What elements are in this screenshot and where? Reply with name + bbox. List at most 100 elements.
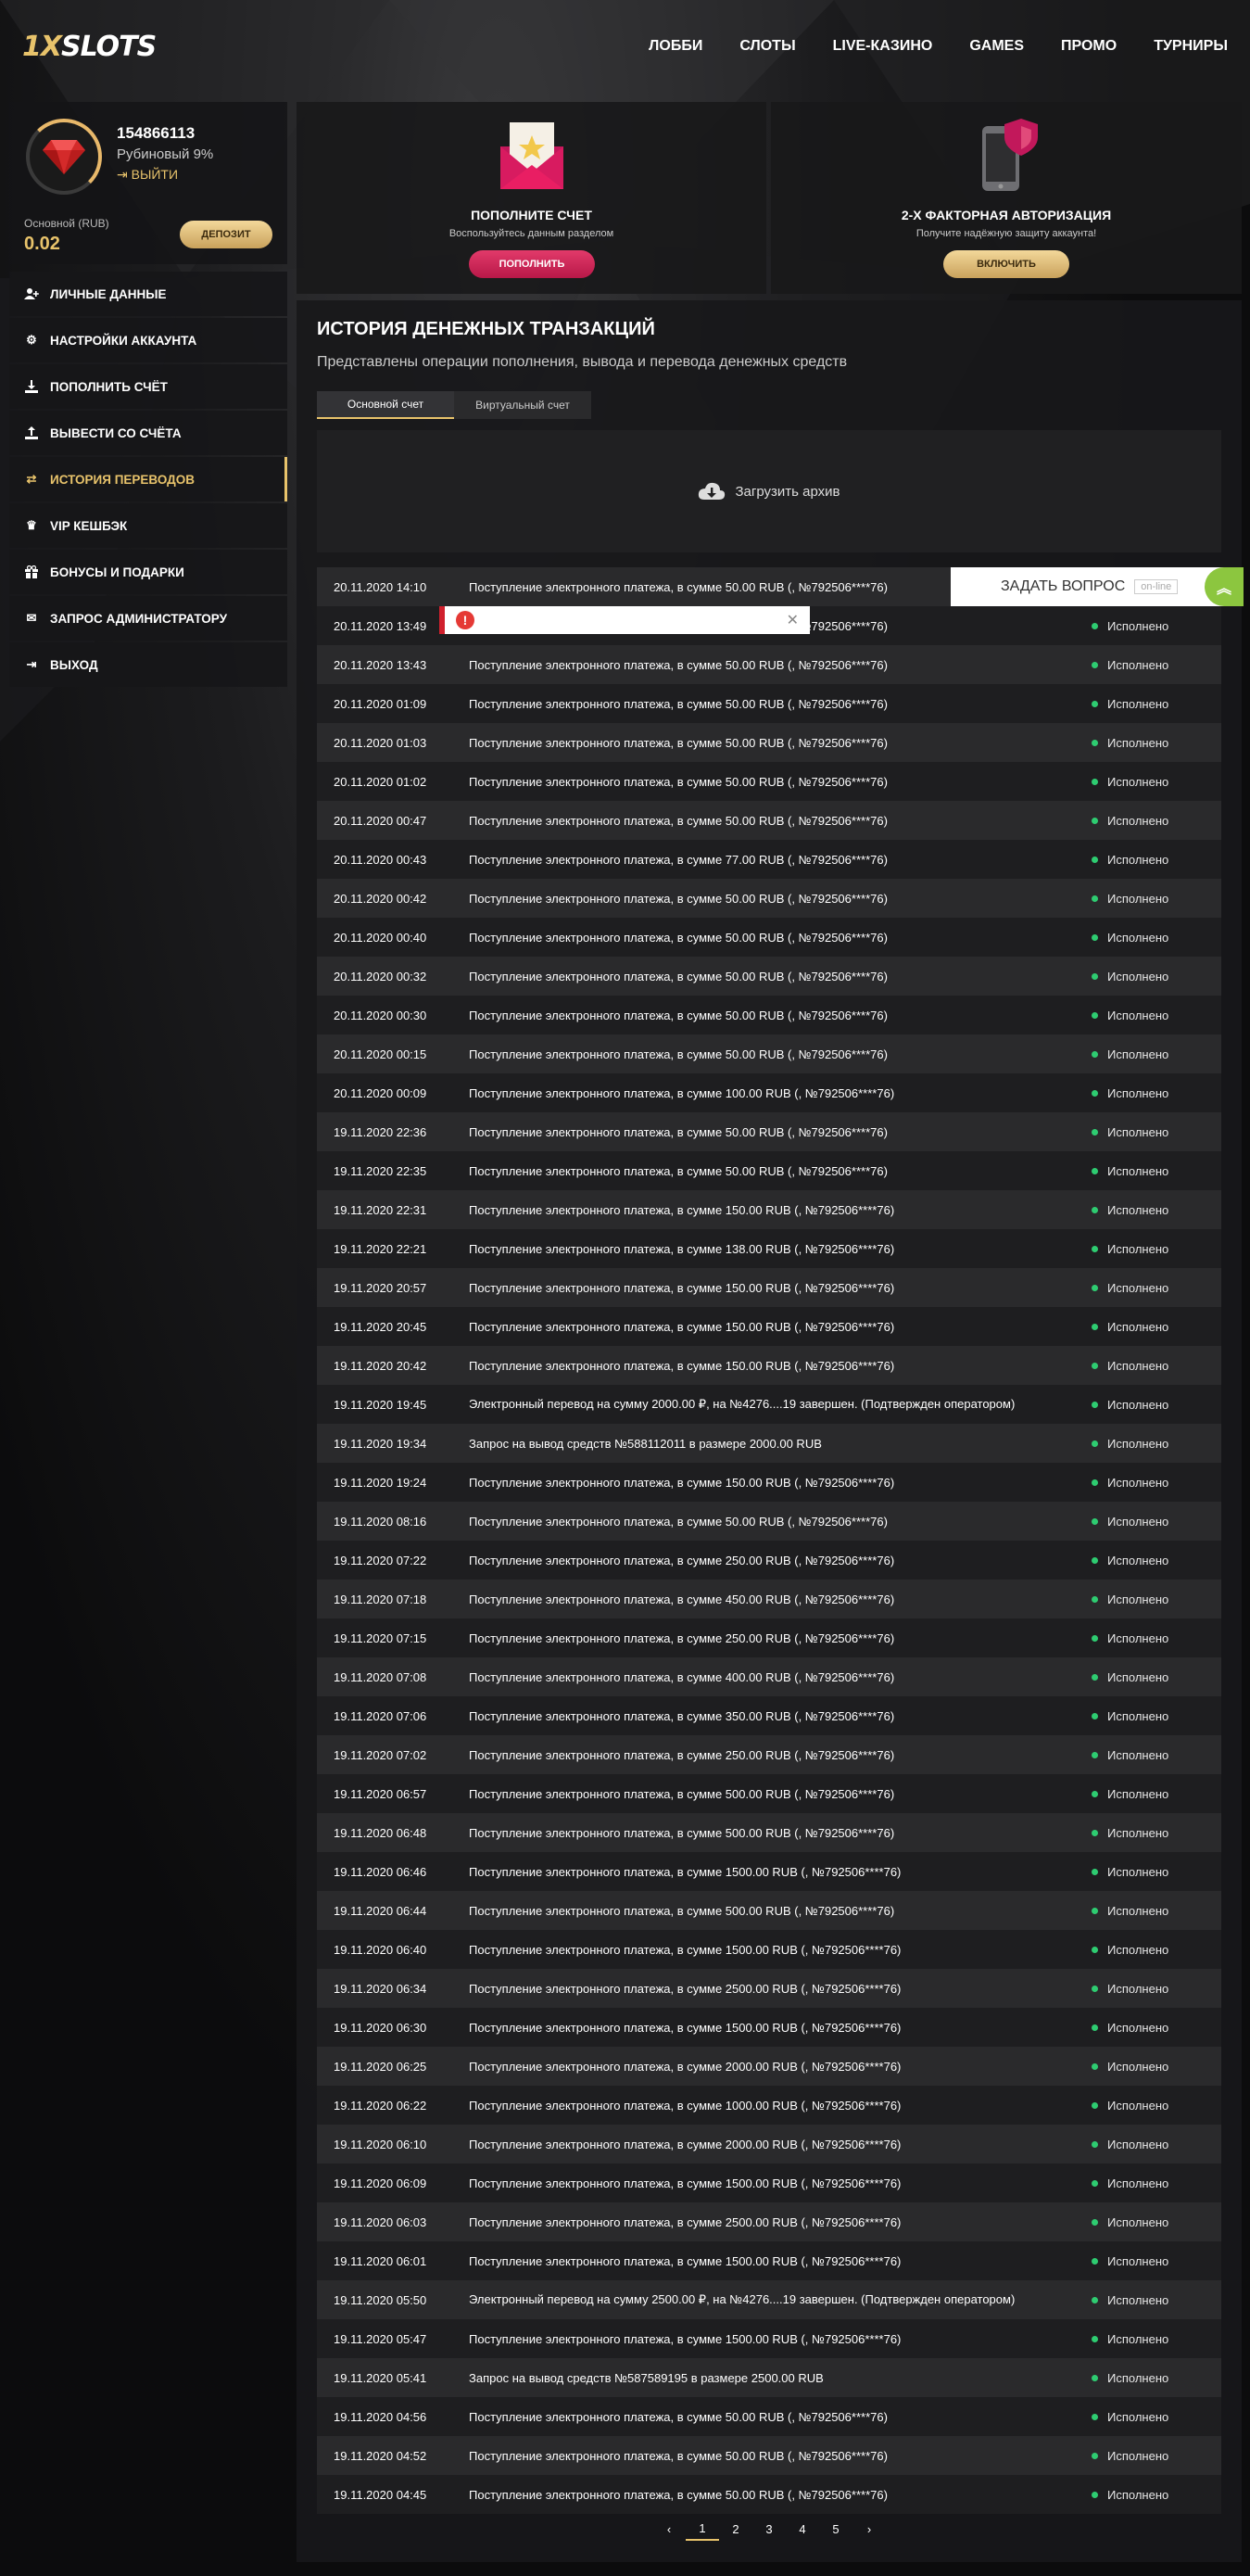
sidebar-item-exit[interactable]: ⇥ ВЫХОД	[9, 642, 287, 687]
tx-description: Поступление электронного платежа, в сумм…	[469, 2448, 888, 2463]
tx-status-label: Исполнено	[1107, 1163, 1169, 1178]
tx-date: 19.11.2020 20:57	[334, 1280, 427, 1295]
tx-description: Поступление электронного платежа, в сумм…	[469, 852, 888, 867]
tab-main-account[interactable]: Основной счет	[317, 391, 454, 419]
sidebar-item-admin-request[interactable]: ✉ ЗАПРОС АДМИНИСТРАТОРУ	[9, 596, 287, 641]
status-dot-icon	[1092, 1634, 1098, 1642]
logout-link[interactable]: ⇥ ВЫЙТИ	[117, 167, 178, 183]
table-row: 19.11.2020 22:31 Поступление электронного…	[317, 1190, 1221, 1229]
tx-status-label: Исполнено	[1107, 657, 1169, 672]
tx-status-label: Исполнено	[1107, 1475, 1169, 1490]
nav-games[interactable]: GAMES	[969, 38, 1024, 55]
tx-description: Поступление электронного платежа, в сумм…	[469, 1903, 895, 1918]
tx-status: Исполнено	[1092, 658, 1168, 672]
top-header: 1X SLOTS ЛОББИ СЛОТЫ LIVE-КАЗИНО GAMES ПР…	[0, 0, 1250, 93]
close-icon[interactable]: ✕	[787, 611, 799, 629]
tx-description: Поступление электронного платежа, в сумм…	[469, 1163, 888, 1178]
tab-virtual-account[interactable]: Виртуальный счет	[454, 391, 591, 419]
tx-status-label: Исполнено	[1107, 1669, 1169, 1684]
download-archive-button[interactable]: Загрузить архив	[317, 430, 1221, 552]
status-dot-icon	[1092, 2374, 1098, 2381]
status-dot-icon	[1092, 622, 1098, 629]
tx-description: Поступление электронного платежа, в сумм…	[469, 735, 888, 750]
tx-description: Поступление электронного платежа, в сумм…	[469, 1202, 895, 1217]
top-up-button[interactable]: ПОПОЛНИТЬ	[469, 250, 595, 278]
status-dot-icon	[1092, 1829, 1098, 1836]
table-row: 19.11.2020 06:44 Поступление электронного…	[317, 1891, 1221, 1930]
sidebar-item-personal-data[interactable]: ЛИЧНЫЕ ДАННЫЕ	[9, 272, 287, 316]
table-row: 19.11.2020 06:40 Поступление электронного…	[317, 1930, 1221, 1969]
balance-value: 0.02	[24, 234, 60, 254]
sidebar-item-withdraw[interactable]: ВЫВЕСТИ СО СЧЁТА	[9, 411, 287, 455]
tx-date: 19.11.2020 08:16	[334, 1514, 427, 1529]
tx-status: Исполнено	[1092, 1670, 1168, 1684]
tx-status: Исполнено	[1092, 2060, 1168, 2074]
tx-date: 19.11.2020 22:31	[334, 1202, 427, 1217]
page-5-button[interactable]: 5	[819, 2519, 852, 2540]
status-dot-icon	[1092, 2024, 1098, 2031]
tx-status: Исполнено	[1092, 2332, 1168, 2346]
sidebar-item-vip-cashback[interactable]: ♛ VIP КЕШБЭК	[9, 503, 287, 548]
prev-page-button[interactable]: ‹	[652, 2519, 686, 2540]
user-id: 154866113	[117, 124, 196, 142]
tx-description: Поступление электронного платежа, в сумм…	[469, 891, 888, 906]
nav-lobby[interactable]: ЛОББИ	[649, 38, 702, 55]
tx-status: Исполнено	[1092, 1242, 1168, 1256]
nav-promo[interactable]: ПРОМО	[1061, 38, 1117, 55]
tx-status-label: Исполнено	[1107, 2098, 1169, 2113]
enable-2fa-button[interactable]: ВКЛЮЧИТЬ	[943, 250, 1069, 278]
tx-date: 19.11.2020 22:21	[334, 1241, 427, 1256]
sidebar-item-account-settings[interactable]: ⚙ НАСТРОЙКИ АККАУНТА	[9, 318, 287, 362]
table-row: 19.11.2020 06:48 Поступление электронного…	[317, 1813, 1221, 1852]
table-row: 20.11.2020 00:09 Поступление электронного…	[317, 1073, 1221, 1112]
page-2-button[interactable]: 2	[719, 2519, 752, 2540]
table-row: 19.11.2020 07:06 Поступление электронного…	[317, 1696, 1221, 1735]
table-row: 19.11.2020 07:15 Поступление электронного…	[317, 1618, 1221, 1657]
upload-icon	[24, 425, 39, 440]
tx-status: Исполнено	[1092, 2138, 1168, 2151]
tx-status-label: Исполнено	[1107, 2214, 1169, 2229]
sidebar-item-deposit[interactable]: ПОПОЛНИТЬ СЧЁТ	[9, 364, 287, 409]
ask-question-widget[interactable]: ЗАДАТЬ ВОПРОС on-line ︽	[951, 567, 1244, 606]
loyalty-level: Рубиновый 9%	[117, 146, 214, 162]
tx-status: Исполнено	[1092, 1593, 1168, 1606]
tx-date: 19.11.2020 05:50	[334, 2292, 427, 2307]
tx-description: Поступление электронного платежа, в сумм…	[469, 1553, 895, 1567]
page-4-button[interactable]: 4	[786, 2519, 819, 2540]
status-dot-icon	[1092, 1751, 1098, 1758]
status-dot-icon	[1092, 1790, 1098, 1797]
status-dot-icon	[1092, 1556, 1098, 1564]
tx-date: 19.11.2020 07:08	[334, 1669, 427, 1684]
tx-status: Исполнено	[1092, 1515, 1168, 1529]
page-1-button[interactable]: 1	[686, 2518, 719, 2541]
nav-tournaments[interactable]: ТУРНИРЫ	[1154, 38, 1228, 55]
status-dot-icon	[1092, 1284, 1098, 1291]
status-dot-icon	[1092, 2491, 1098, 2498]
sidebar-item-transfer-history[interactable]: ⇄ ИСТОРИЯ ПЕРЕВОДОВ	[9, 457, 287, 501]
tx-status-label: Исполнено	[1107, 1942, 1169, 1957]
deposit-button[interactable]: ДЕПОЗИТ	[180, 221, 272, 248]
tx-status-label: Исполнено	[1107, 1981, 1169, 1996]
sidebar-item-bonuses[interactable]: БОНУСЫ И ПОДАРКИ	[9, 550, 287, 594]
next-page-button[interactable]: ›	[852, 2519, 886, 2540]
status-dot-icon	[1092, 700, 1098, 707]
table-row: 19.11.2020 06:09 Поступление электронного…	[317, 2164, 1221, 2202]
nav-slots[interactable]: СЛОТЫ	[739, 38, 795, 55]
tx-description: Электронный перевод на сумму 2500.00 ₽, …	[469, 2292, 1016, 2306]
tx-date: 19.11.2020 05:41	[334, 2370, 427, 2385]
tx-status: Исполнено	[1092, 2099, 1168, 2113]
status-dot-icon	[1092, 1401, 1098, 1408]
tx-status-label: Исполнено	[1107, 618, 1169, 633]
tx-date: 20.11.2020 00:40	[334, 930, 427, 945]
exit-icon: ⇥	[26, 657, 37, 671]
tx-status-label: Исполнено	[1107, 813, 1169, 828]
chevron-up-icon[interactable]: ︽	[1205, 567, 1244, 606]
nav-live-casino[interactable]: LIVE-КАЗИНО	[833, 38, 933, 55]
user-plus-icon	[24, 286, 39, 301]
tx-status: Исполнено	[1092, 931, 1168, 945]
tx-status-label: Исполнено	[1107, 696, 1169, 711]
status-dot-icon	[1092, 1362, 1098, 1369]
page-3-button[interactable]: 3	[752, 2519, 786, 2540]
tx-status: Исполнено	[1092, 1631, 1168, 1645]
site-logo[interactable]: 1X SLOTS	[22, 31, 157, 63]
